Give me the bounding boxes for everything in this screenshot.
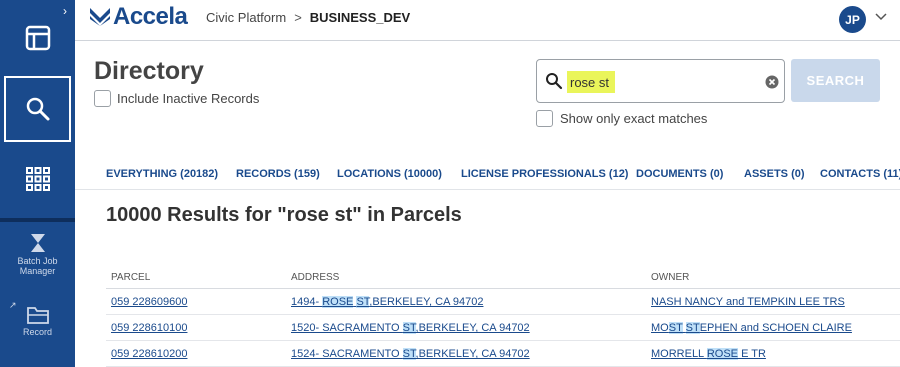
parcel-link[interactable]: 059 228610200 [111,348,187,360]
match-highlight: ST [402,322,416,334]
accela-logo-icon [90,8,110,26]
dashboard-button[interactable] [0,5,75,71]
breadcrumb-item-agency: BUSINESS_DEV [309,10,411,25]
cell-text: ,BERKELEY, CA 94702 [415,322,530,334]
parcel-link[interactable]: 059 228609600 [111,296,187,308]
top-bar: Accela Civic Platform > BUSINESS_DEV JP [75,0,900,41]
record-button[interactable]: Record [0,303,75,337]
batch-job-manager-button[interactable]: Batch Job Manager [0,232,75,276]
match-highlight: ROSE [706,348,739,360]
cell-text: 1524- SACRAMENTO [291,348,403,360]
owner-link[interactable]: MOST STEPHEN and SCHOEN CLAIRE [651,322,852,334]
include-inactive-label: Include Inactive Records [117,91,260,106]
cell-text: ,BERKELEY, CA 94702 [369,296,484,308]
hourglass-icon [30,234,45,252]
layout-icon [25,25,50,51]
cell-text: 1494- [291,296,323,308]
folder-icon [26,307,49,324]
cell-text: E TR [738,348,766,360]
address-link[interactable]: 1520- SACRAMENTO ST,BERKELEY, CA 94702 [291,322,530,334]
include-inactive-checkbox[interactable] [94,90,111,107]
owner-link[interactable]: NASH NANCY and TEMPKIN LEE TRS [651,296,845,308]
cell-text: MORRELL [651,348,707,360]
search-icon [26,97,49,121]
tab-license-professionals[interactable]: LICENSE PROFESSIONALS (12) [461,168,628,180]
left-rail: › Batch Job Manager ↗ Record [0,0,75,367]
tab-documents[interactable]: DOCUMENTS (0) [636,168,723,180]
chevron-down-icon[interactable] [874,10,888,24]
page-title: Directory [94,57,204,85]
column-header-owner[interactable]: OWNER [651,272,689,283]
cell-text: 1520- SACRAMENTO [291,322,403,334]
table-row: 059 228610200 1524- SACRAMENTO ST,BERKEL… [106,341,900,367]
tab-contacts[interactable]: CONTACTS (11) [820,168,900,180]
logo-text: Accela [113,3,188,30]
avatar[interactable]: JP [839,6,866,33]
cell-text: NASH NANCY and TEMPKIN LEE TRS [651,296,845,308]
apps-button[interactable] [0,146,75,212]
address-link[interactable]: 1494- ROSE ST,BERKELEY, CA 94702 [291,296,483,308]
search-input[interactable] [567,71,747,93]
table-row: 059 228609600 1494- ROSE ST,BERKELEY, CA… [106,289,900,315]
tab-locations[interactable]: LOCATIONS (10000) [337,168,442,180]
column-header-address[interactable]: ADDRESS [291,272,339,283]
grid-icon [25,167,50,191]
match-highlight: ROSE [322,296,354,308]
result-tabs: EVERYTHING (20182) RECORDS (159) LOCATIO… [75,161,900,190]
table-row: 059 228610100 1520- SACRAMENTO ST,BERKEL… [106,315,900,341]
accela-logo[interactable]: Accela [90,3,188,31]
results-title: 10000 Results for "rose st" in Parcels [106,204,462,226]
rail-divider [0,218,75,222]
search-box [536,59,785,103]
match-highlight: ST [668,322,683,334]
tab-records[interactable]: RECORDS (159) [236,168,320,180]
chevron-right-icon: > [294,10,302,25]
tab-everything[interactable]: EVERYTHING (20182) [106,168,218,180]
exact-matches-label: Show only exact matches [560,111,708,126]
record-label: Record [22,327,52,337]
cell-text: EPHEN and SCHOEN CLAIRE [699,322,852,334]
clear-icon[interactable] [765,75,779,89]
match-highlight: ST [356,296,370,308]
search-nav-button[interactable] [4,76,71,142]
match-highlight: ST [685,322,700,334]
match-highlight: ST [402,348,416,360]
search-button[interactable]: SEARCH [791,59,880,102]
address-link[interactable]: 1524- SACRAMENTO ST,BERKELEY, CA 94702 [291,348,530,360]
parcel-link[interactable]: 059 228610100 [111,322,187,334]
tab-assets[interactable]: ASSETS (0) [744,168,805,180]
breadcrumb-item-platform[interactable]: Civic Platform [206,10,286,25]
cell-text: ,BERKELEY, CA 94702 [415,348,530,360]
cell-text: MO [651,322,669,334]
owner-link[interactable]: MORRELL ROSE E TR [651,348,766,360]
batch-job-manager-label: Batch Job Manager [17,256,58,276]
exact-matches-checkbox[interactable] [536,110,553,127]
search-field-icon [546,73,563,90]
column-header-parcel[interactable]: PARCEL [111,272,150,283]
breadcrumb: Civic Platform > BUSINESS_DEV [206,10,410,25]
